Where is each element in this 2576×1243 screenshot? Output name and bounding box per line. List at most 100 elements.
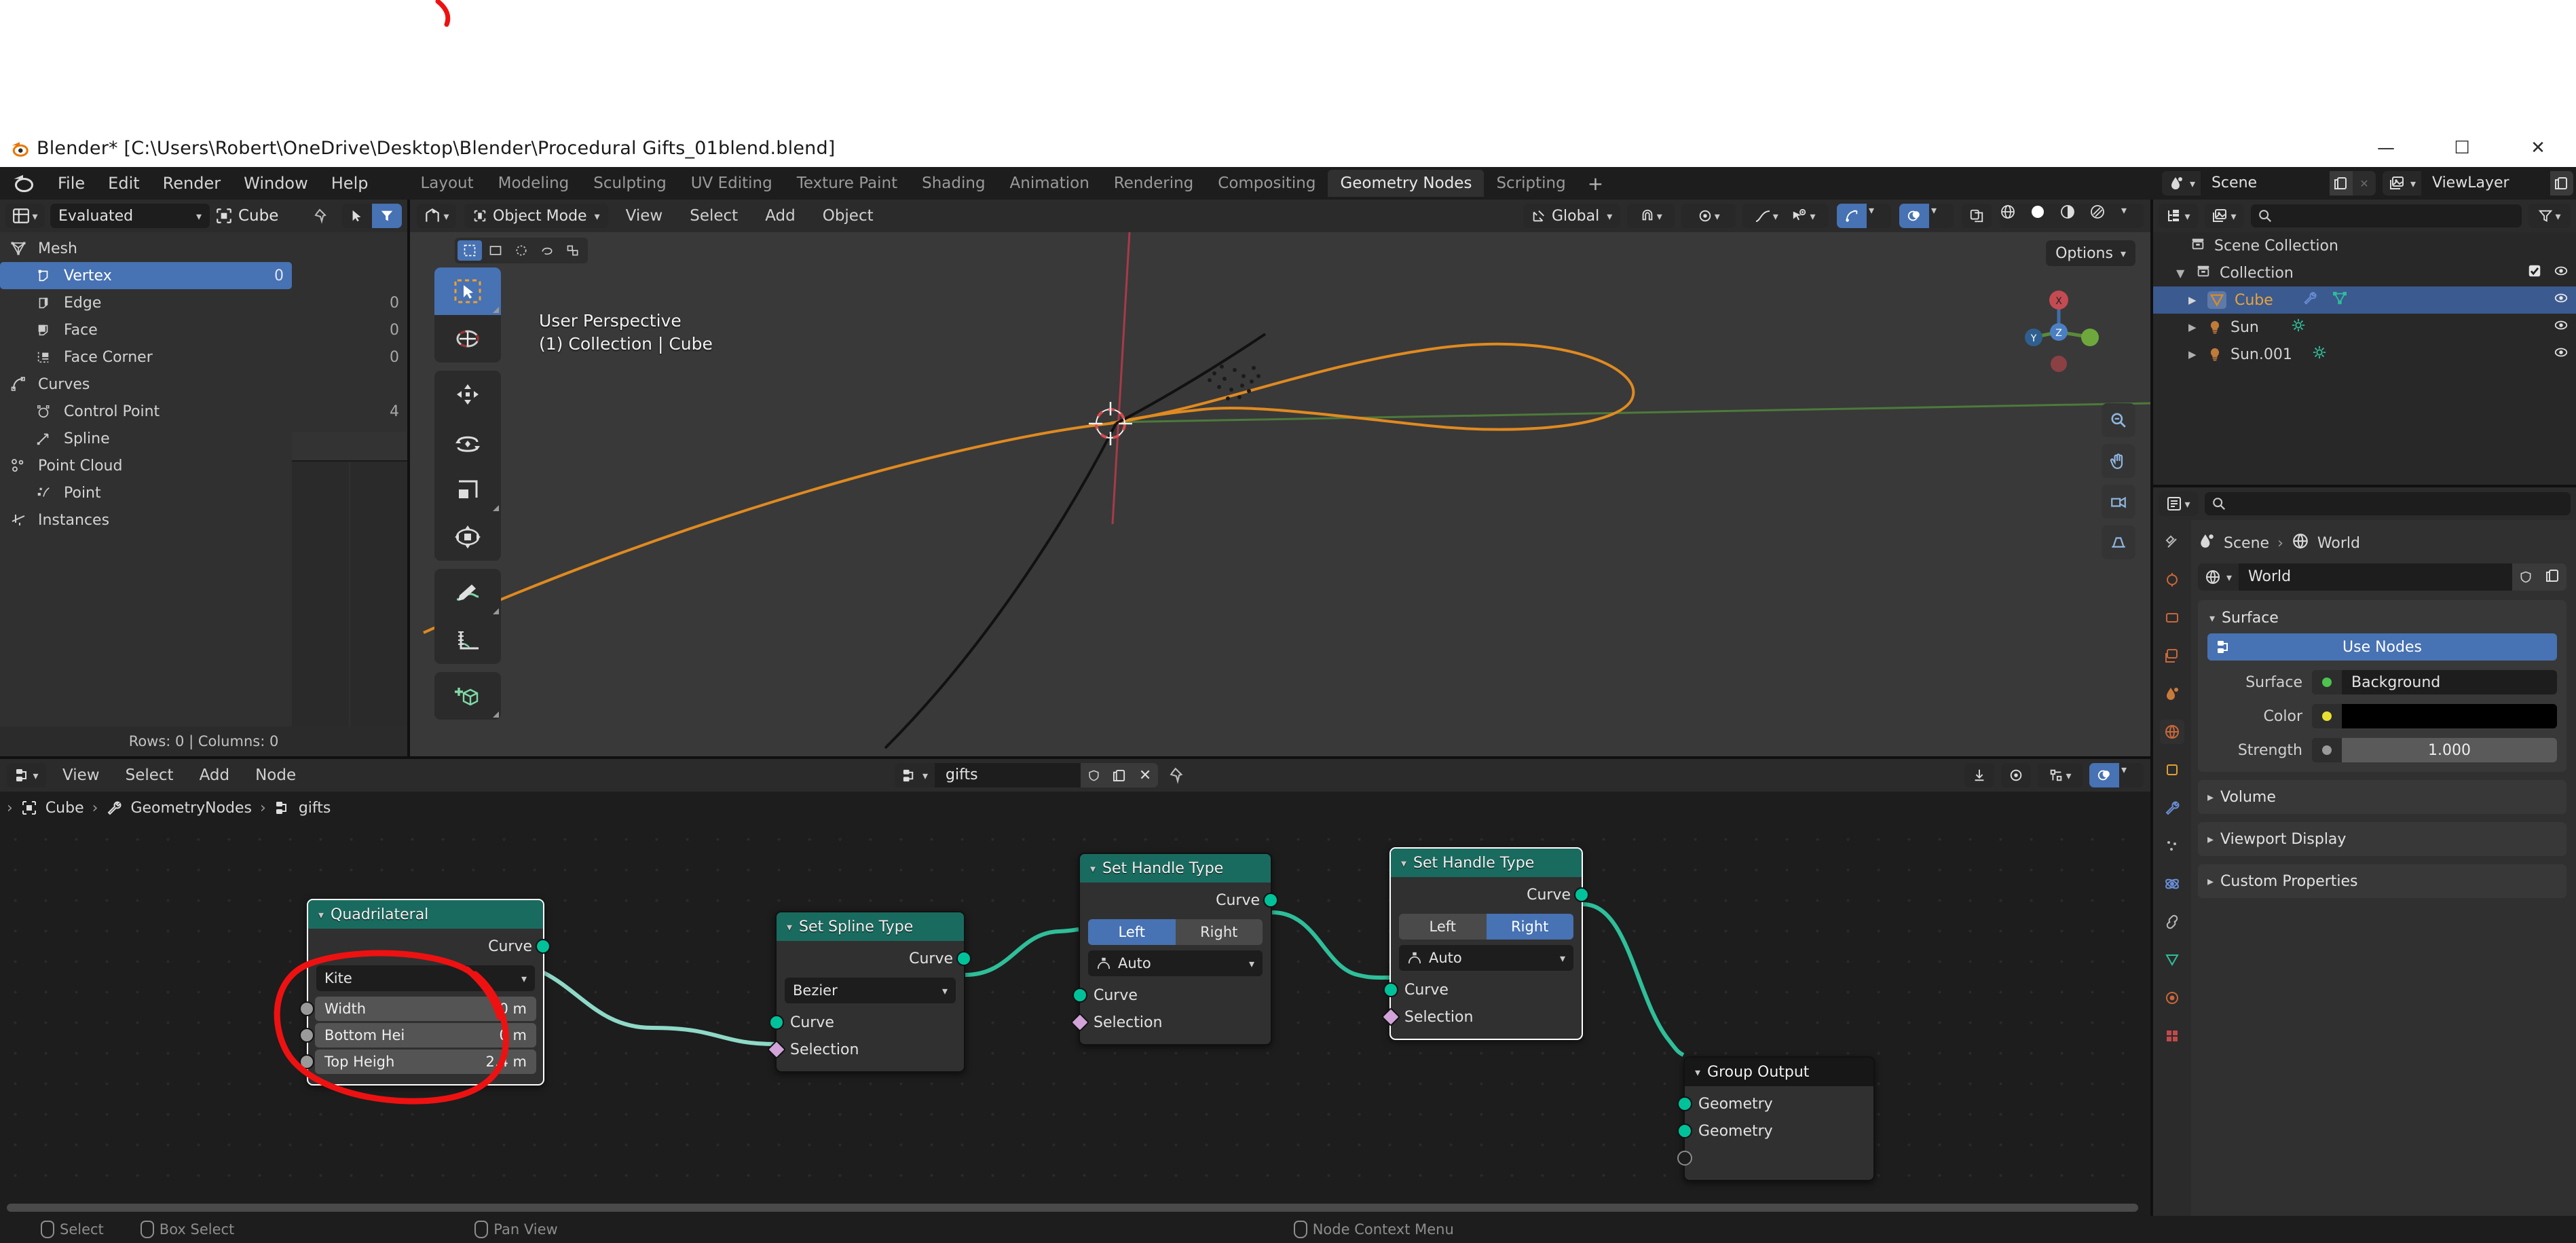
overlays-toggle-icon[interactable]	[1899, 204, 1929, 228]
tab-render[interactable]	[2160, 568, 2184, 592]
workspace-tab-animation[interactable]: Animation	[998, 170, 1102, 197]
viewlayer-selector[interactable]: ▾ ViewLayer	[2382, 171, 2573, 196]
delete-scene-button[interactable]: ✕	[2352, 171, 2376, 196]
filter-icon[interactable]	[372, 204, 402, 228]
workspace-tab-modeling[interactable]: Modeling	[486, 170, 582, 197]
navigation-gizmo[interactable]: X Y Z	[2008, 281, 2110, 383]
node-input-curve[interactable]: Curve	[769, 1009, 964, 1036]
strength-slider[interactable]: 1.000	[2342, 738, 2557, 762]
node-input-empty[interactable]	[1677, 1145, 1873, 1172]
handle-type-dropdown[interactable]: Auto ▾	[1399, 945, 1573, 971]
color-value[interactable]	[2312, 704, 2557, 728]
socket-geometry[interactable]	[1677, 1096, 1692, 1111]
menu-file[interactable]: File	[46, 167, 96, 200]
spreadsheet-row-curves[interactable]: Curves	[0, 371, 407, 398]
node-input-curve[interactable]: Curve	[1383, 976, 1582, 1003]
eye-icon[interactable]	[2553, 318, 2569, 337]
cursor-tool-button[interactable]	[434, 315, 501, 363]
spreadsheet-row-mesh[interactable]: Mesh	[0, 235, 407, 262]
tab-particles[interactable]	[2160, 834, 2184, 858]
menu-window[interactable]: Window	[232, 167, 320, 200]
node-input-geometry-2[interactable]: Geometry	[1677, 1117, 1873, 1145]
quad-mode-dropdown[interactable]: Kite ▾	[316, 965, 535, 991]
node-header[interactable]: ▾ Set Handle Type	[1391, 849, 1582, 877]
workspace-tab-sculpting[interactable]: Sculpting	[581, 170, 678, 197]
move-tool-button[interactable]	[434, 371, 501, 418]
node-set-spline-type[interactable]: ▾ Set Spline Type Curve Bezier ▾ Curve S…	[766, 911, 971, 1073]
pan-hand-icon[interactable]	[2102, 444, 2135, 478]
new-scene-button[interactable]	[2329, 171, 2353, 196]
shading-wireframe-icon[interactable]	[2000, 204, 2030, 228]
modifier-icon[interactable]	[2302, 291, 2318, 310]
node-editor-hscrollbar[interactable]	[7, 1204, 2138, 1212]
socket-geometry[interactable]	[1072, 988, 1087, 1003]
surface-panel-header[interactable]: ▾ Surface	[2198, 607, 2566, 633]
perspective-toggle-icon[interactable]	[2102, 525, 2135, 559]
visibility-dropdown[interactable]: ▾	[1778, 204, 1829, 228]
divider-main-right[interactable]	[2150, 200, 2153, 1216]
workspace-tab-uv-editing[interactable]: UV Editing	[679, 170, 785, 197]
node-menu-add[interactable]: Add	[190, 766, 240, 784]
outliner-search-input[interactable]	[2251, 204, 2522, 227]
viewport-options-button[interactable]: Options ▾	[2046, 240, 2135, 266]
socket-boolean[interactable]	[1381, 1007, 1401, 1027]
node-output-curve[interactable]: Curve	[777, 945, 971, 972]
volume-panel-header[interactable]: ▸ Volume	[2198, 780, 2566, 814]
handle-side-right-button[interactable]: Right	[1175, 919, 1263, 945]
viewport-display-panel-header[interactable]: ▸ Viewport Display	[2198, 822, 2566, 856]
tab-world[interactable]	[2160, 720, 2184, 744]
workspace-tab-compositing[interactable]: Compositing	[1206, 170, 1328, 197]
interaction-mode-dropdown[interactable]: Object Mode ▾	[464, 204, 608, 228]
tab-physics[interactable]	[2160, 872, 2184, 896]
spreadsheet-row-face-corner[interactable]: Face Corner 0	[0, 344, 407, 371]
expander-icon[interactable]: ▶	[2188, 294, 2207, 306]
viewport-menu-view[interactable]: View	[616, 207, 673, 225]
node-header[interactable]: ▾ Set Spline Type	[777, 912, 964, 941]
node-canvas[interactable]: ▾ Quadrilateral Curve Kite ▾ Width 0 m B…	[0, 824, 2150, 1216]
extra-select-icon[interactable]	[561, 240, 585, 261]
lasso-select-icon[interactable]	[535, 240, 559, 261]
scale-tool-button[interactable]	[434, 466, 501, 513]
eye-icon[interactable]	[2553, 345, 2569, 364]
node-output-curve[interactable]: Curve	[1391, 881, 1589, 908]
outliner-row-scene-collection[interactable]: Scene Collection	[2153, 232, 2576, 259]
handle-side-left-button[interactable]: Left	[1399, 914, 1487, 940]
menu-help[interactable]: Help	[320, 167, 380, 200]
tab-texture[interactable]	[2160, 1024, 2184, 1048]
node-input-curve[interactable]: Curve	[1072, 982, 1271, 1009]
expander-icon[interactable]: ▼	[2176, 267, 2195, 280]
scene-name[interactable]: Scene	[2200, 171, 2330, 196]
outliner-row-cube[interactable]: ▶ Cube	[2153, 286, 2576, 314]
snap-toggle[interactable]: ▾	[1627, 204, 1675, 228]
light-data-icon[interactable]	[2311, 345, 2328, 364]
node-overlays-icon[interactable]	[2089, 763, 2119, 787]
scene-selector[interactable]: ▾ Scene ✕	[2161, 171, 2376, 196]
close-button[interactable]: ✕	[2500, 129, 2576, 167]
breadcrumb-gifts[interactable]: gifts	[299, 800, 331, 817]
chevron-right-icon[interactable]: ›	[7, 800, 13, 817]
divider-outliner-properties[interactable]	[2153, 485, 2576, 487]
socket-geometry[interactable]	[1383, 982, 1398, 997]
properties-editor-type-icon[interactable]: ▾	[2159, 491, 2198, 516]
overlay-chevron-icon[interactable]: ▾	[1929, 204, 1954, 228]
circle-select-icon[interactable]	[509, 240, 534, 261]
proportional-edit-toggle[interactable]: ▾	[1681, 204, 1736, 228]
node-group-name[interactable]: gifts	[935, 763, 1081, 787]
viewlayer-name[interactable]: ViewLayer	[2421, 171, 2550, 196]
tab-constraints[interactable]	[2160, 910, 2184, 934]
socket-boolean[interactable]	[766, 1039, 787, 1060]
editor-type-icon[interactable]: ▾	[5, 204, 45, 228]
new-nodegroup-icon[interactable]	[1106, 763, 1133, 787]
spreadsheet-row-edge[interactable]: Edge 0	[0, 289, 407, 316]
node-overlay-chevron-icon[interactable]: ▾	[2119, 763, 2144, 787]
tab-view-layer[interactable]	[2160, 644, 2184, 668]
maximize-button[interactable]: ☐	[2424, 129, 2500, 167]
chevron-down-icon[interactable]: ▾	[1090, 862, 1096, 875]
breadcrumb-world[interactable]: World	[2317, 535, 2360, 552]
handle-side-right-button[interactable]: Right	[1486, 914, 1573, 940]
breadcrumb-geometrynodes[interactable]: GeometryNodes	[130, 800, 252, 817]
socket-geometry[interactable]	[1677, 1124, 1692, 1138]
shading-material-icon[interactable]	[2059, 204, 2089, 228]
node-output-curve[interactable]: Curve	[1080, 887, 1278, 914]
blender-menu-icon[interactable]	[11, 170, 38, 197]
